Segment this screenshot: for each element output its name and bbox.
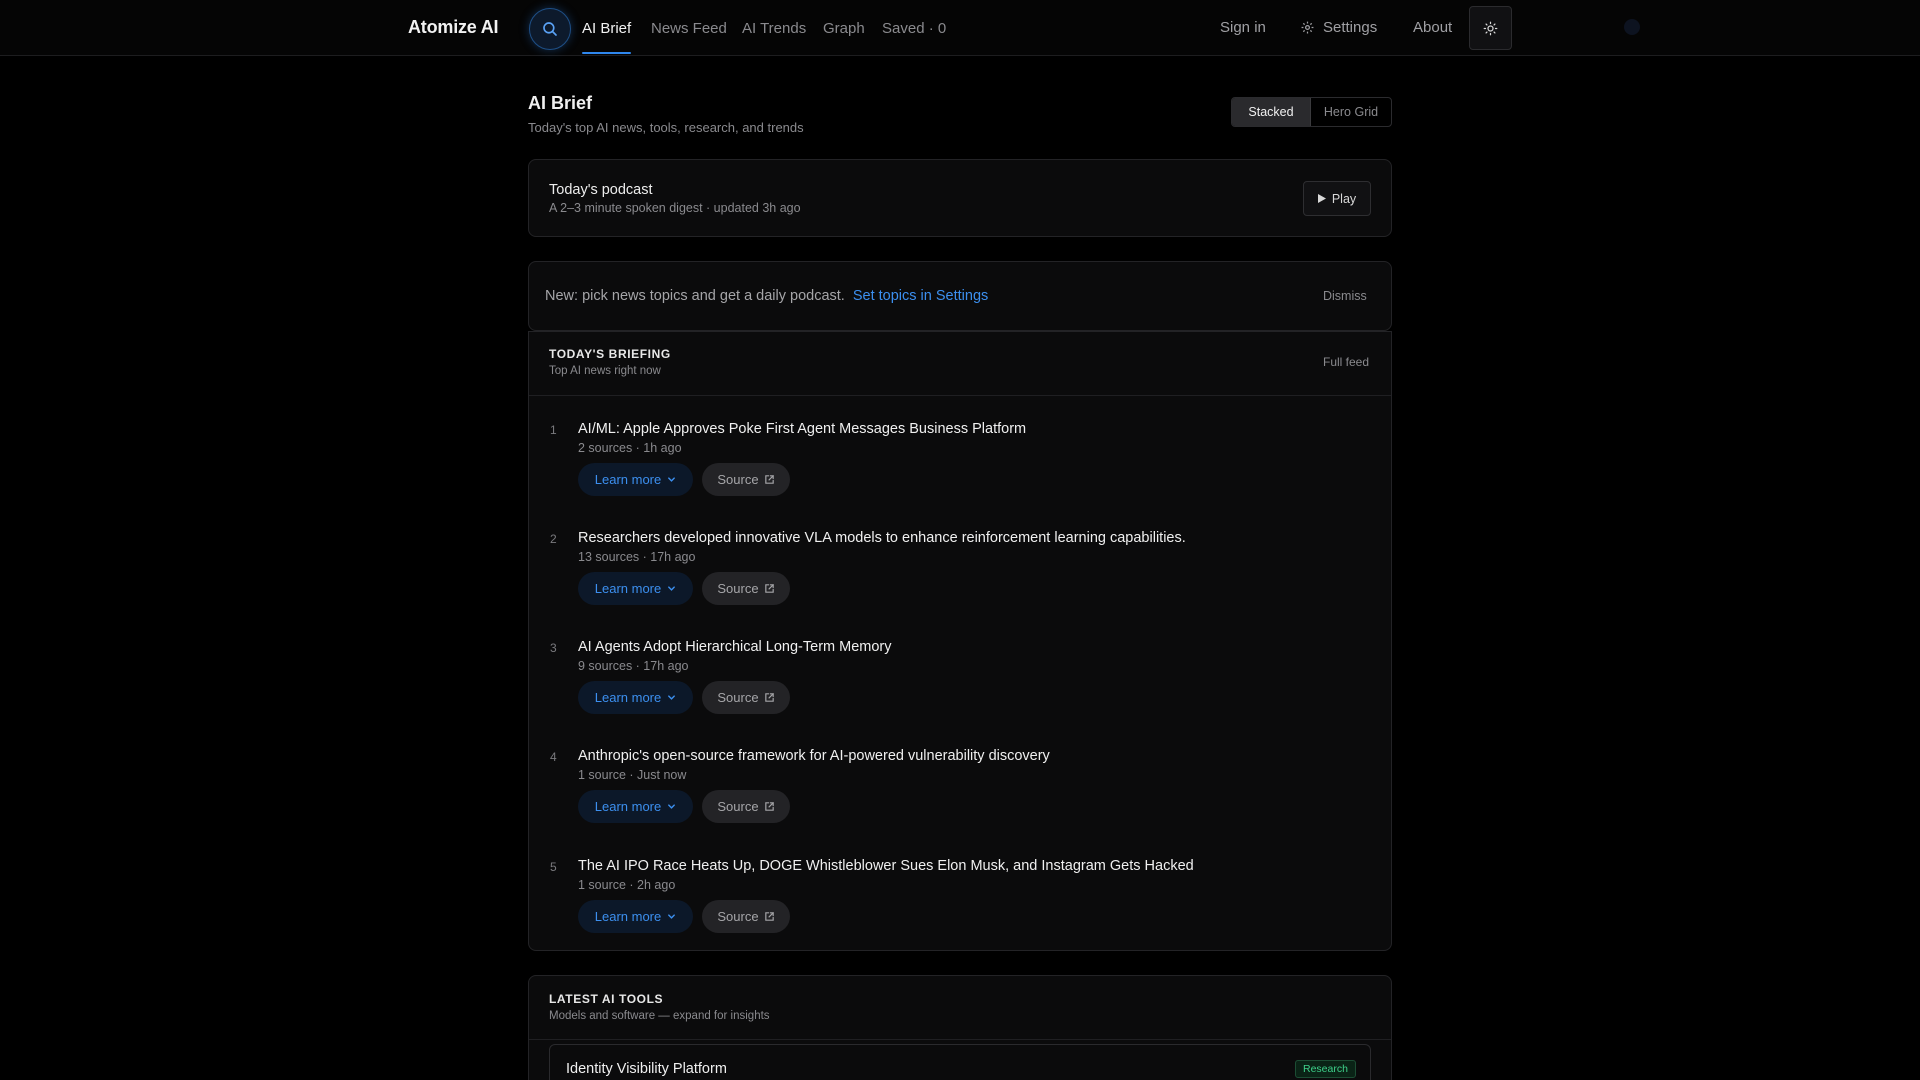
item-meta: 1 source · 2h ago bbox=[578, 878, 676, 892]
chevron-down-icon bbox=[668, 914, 676, 919]
settings-link[interactable]: Settings bbox=[1300, 19, 1377, 36]
external-link-icon bbox=[764, 693, 774, 702]
learn-more-button[interactable]: Learn more bbox=[578, 681, 693, 714]
sign-in-link[interactable]: Sign in bbox=[1220, 19, 1266, 36]
source-button[interactable]: Source bbox=[702, 463, 790, 496]
item-number: 3 bbox=[550, 641, 557, 655]
briefing-item: 1 AI/ML: Apple Approves Poke First Agent … bbox=[529, 421, 1391, 523]
briefing-item: 5 The AI IPO Race Heats Up, DOGE Whistleb… bbox=[529, 858, 1391, 960]
search-icon bbox=[543, 22, 557, 36]
stacked-view-button[interactable]: Stacked bbox=[1232, 98, 1311, 126]
podcast-subtitle: A 2–3 minute spoken digest · updated 3h … bbox=[549, 201, 801, 215]
set-topics-link[interactable]: Set topics in Settings bbox=[853, 288, 988, 304]
learn-more-label: Learn more bbox=[594, 581, 662, 596]
item-title[interactable]: Researchers developed innovative VLA mod… bbox=[578, 530, 1186, 546]
external-link-icon bbox=[764, 802, 774, 811]
divider bbox=[529, 395, 1391, 396]
full-feed-link[interactable]: Full feed bbox=[1323, 355, 1369, 369]
external-link-icon bbox=[764, 584, 774, 593]
play-label: Play bbox=[1331, 191, 1357, 206]
chevron-down-icon bbox=[668, 695, 676, 700]
settings-label: Settings bbox=[1323, 19, 1378, 36]
play-icon bbox=[1317, 194, 1326, 203]
chevron-down-icon bbox=[668, 477, 676, 482]
page-subtitle: Today's top AI news, tools, research, an… bbox=[528, 120, 804, 135]
tools-subtitle: Models and software — expand for insight… bbox=[549, 1010, 770, 1022]
learn-more-button[interactable]: Learn more bbox=[578, 790, 693, 823]
source-button[interactable]: Source bbox=[702, 572, 790, 605]
hero-grid-view-button[interactable]: Hero Grid bbox=[1311, 98, 1391, 126]
source-label: Source bbox=[717, 581, 759, 596]
decorative-dot bbox=[1624, 19, 1640, 35]
source-button[interactable]: Source bbox=[702, 681, 790, 714]
learn-more-label: Learn more bbox=[594, 909, 662, 924]
item-title[interactable]: AI Agents Adopt Hierarchical Long-Term M… bbox=[578, 639, 892, 655]
learn-more-button[interactable]: Learn more bbox=[578, 900, 693, 933]
tab-saved[interactable]: Saved · 0 bbox=[882, 20, 946, 37]
item-title[interactable]: Anthropic's open-source framework for AI… bbox=[578, 748, 1050, 764]
view-toggle: Stacked Hero Grid bbox=[1231, 97, 1392, 127]
external-link-icon bbox=[764, 912, 774, 921]
tool-name: Identity Visibility Platform bbox=[566, 1061, 727, 1077]
learn-more-label: Learn more bbox=[594, 472, 662, 487]
item-meta: 1 source · Just now bbox=[578, 768, 687, 782]
item-number: 2 bbox=[550, 532, 557, 546]
learn-more-button[interactable]: Learn more bbox=[578, 463, 693, 496]
source-label: Source bbox=[717, 799, 759, 814]
item-number: 4 bbox=[550, 750, 557, 764]
briefing-subtitle: Top AI news right now bbox=[549, 365, 661, 377]
item-number: 1 bbox=[550, 423, 557, 437]
theme-toggle-button[interactable] bbox=[1469, 6, 1512, 50]
podcast-card: Today's podcast A 2–3 minute spoken dige… bbox=[528, 159, 1392, 237]
tab-graph[interactable]: Graph bbox=[823, 20, 865, 37]
divider bbox=[529, 1039, 1391, 1040]
top-nav: Atomize AI AI Brief News Feed AI Trends … bbox=[0, 0, 1920, 56]
gear-icon bbox=[1301, 21, 1314, 34]
tools-section: LATEST AI TOOLS Models and software — ex… bbox=[528, 975, 1392, 1080]
item-meta: 13 sources · 17h ago bbox=[578, 550, 696, 564]
sun-icon bbox=[1483, 21, 1498, 35]
source-button[interactable]: Source bbox=[702, 790, 790, 823]
item-title[interactable]: AI/ML: Apple Approves Poke First Agent M… bbox=[578, 421, 1026, 437]
item-number: 5 bbox=[550, 860, 557, 874]
active-tab-indicator bbox=[582, 52, 631, 54]
item-meta: 2 sources · 1h ago bbox=[578, 441, 682, 455]
briefing-item: 3 AI Agents Adopt Hierarchical Long-Term … bbox=[529, 639, 1391, 741]
notice-message: New: pick news topics and get a daily po… bbox=[545, 288, 845, 304]
tab-ai-brief[interactable]: AI Brief bbox=[582, 20, 631, 37]
briefing-title: TODAY'S BRIEFING bbox=[549, 347, 671, 361]
source-button[interactable]: Source bbox=[702, 900, 790, 933]
tab-news-feed[interactable]: News Feed bbox=[651, 20, 727, 37]
play-button[interactable]: Play bbox=[1303, 181, 1371, 216]
briefing-section: TODAY'S BRIEFING Top AI news right now F… bbox=[528, 331, 1392, 951]
item-title[interactable]: The AI IPO Race Heats Up, DOGE Whistlebl… bbox=[578, 858, 1194, 874]
briefing-item: 4 Anthropic's open-source framework for A… bbox=[529, 748, 1391, 850]
podcast-title: Today's podcast bbox=[549, 182, 653, 198]
learn-more-button[interactable]: Learn more bbox=[578, 572, 693, 605]
page-title: AI Brief bbox=[528, 93, 593, 113]
item-meta: 9 sources · 17h ago bbox=[578, 659, 689, 673]
tool-card[interactable]: Identity Visibility Platform Research bbox=[549, 1044, 1371, 1080]
brand-logo[interactable]: Atomize AI bbox=[408, 17, 499, 38]
about-link[interactable]: About bbox=[1413, 19, 1452, 36]
source-label: Source bbox=[717, 909, 759, 924]
learn-more-label: Learn more bbox=[594, 799, 662, 814]
notice-text: New: pick news topics and get a daily po… bbox=[545, 288, 988, 304]
learn-more-label: Learn more bbox=[594, 690, 662, 705]
tools-title: LATEST AI TOOLS bbox=[549, 992, 664, 1006]
briefing-item: 2 Researchers developed innovative VLA mo… bbox=[529, 530, 1391, 632]
dismiss-button[interactable]: Dismiss bbox=[1323, 289, 1367, 303]
category-badge: Research bbox=[1295, 1060, 1356, 1078]
chevron-down-icon bbox=[668, 804, 676, 809]
search-button[interactable] bbox=[529, 8, 571, 50]
external-link-icon bbox=[764, 475, 774, 484]
chevron-down-icon bbox=[668, 586, 676, 591]
source-label: Source bbox=[717, 472, 759, 487]
topics-notice: New: pick news topics and get a daily po… bbox=[528, 261, 1392, 331]
source-label: Source bbox=[717, 690, 759, 705]
tab-ai-trends[interactable]: AI Trends bbox=[742, 20, 806, 37]
